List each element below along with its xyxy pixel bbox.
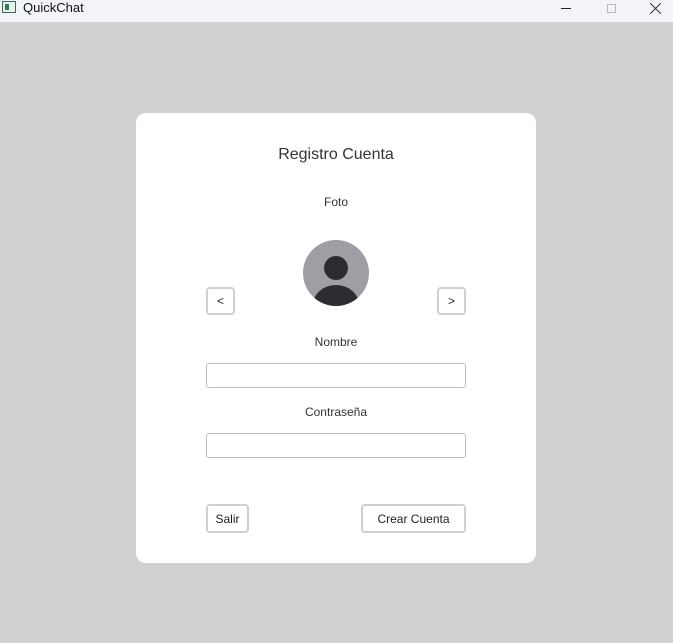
form-title: Registro Cuenta: [278, 146, 394, 163]
window-title: QuickChat: [23, 0, 84, 15]
next-photo-button[interactable]: >: [437, 287, 466, 315]
exit-button[interactable]: Salir: [206, 504, 249, 533]
password-field[interactable]: [206, 433, 466, 458]
name-label: Nombre: [314, 335, 358, 349]
name-field[interactable]: [206, 363, 466, 388]
user-avatar-icon: [324, 256, 348, 280]
close-button[interactable]: [636, 0, 673, 16]
close-icon: [650, 2, 662, 14]
avatar: [303, 240, 369, 306]
maximize-icon: [606, 3, 616, 13]
photo-label: Foto: [323, 195, 348, 209]
register-card: Registro Cuenta Foto < > Nombre Contrase…: [136, 113, 536, 563]
minimize-button[interactable]: [546, 0, 586, 16]
app-window: QuickChat Registro Cuenta Foto < > Nombr…: [0, 0, 673, 643]
create-account-button[interactable]: Crear Cuenta: [361, 504, 466, 533]
minimize-icon: [561, 7, 571, 9]
previous-photo-button[interactable]: <: [206, 287, 235, 315]
user-avatar-body: [313, 285, 359, 306]
maximize-button[interactable]: [591, 0, 631, 16]
password-label: Contraseña: [304, 405, 368, 419]
title-bar: QuickChat: [0, 0, 673, 22]
app-icon: [2, 1, 16, 13]
